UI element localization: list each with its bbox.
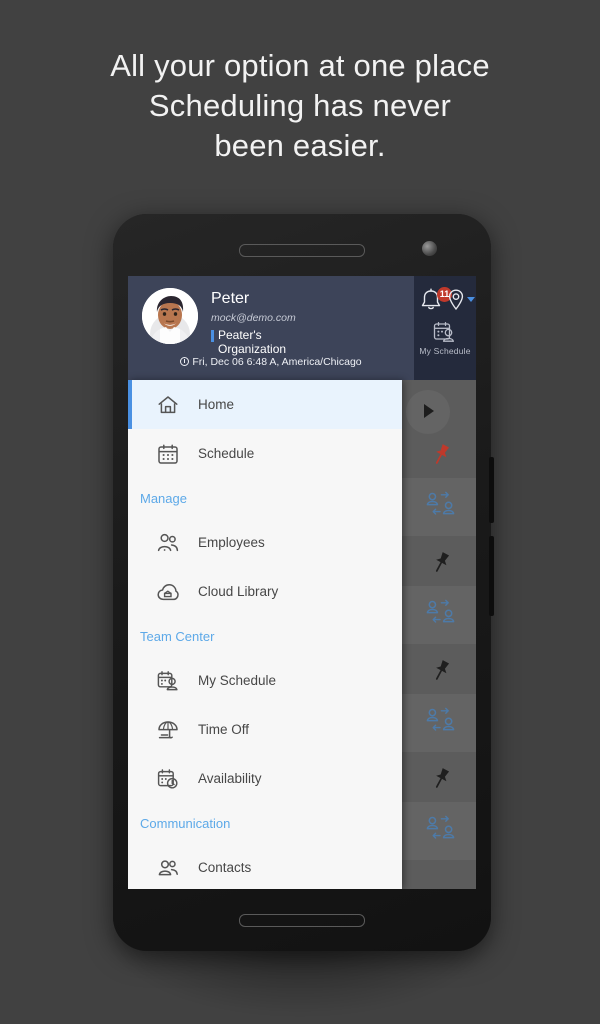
page-title: All your option at one place Scheduling …	[0, 46, 600, 166]
drawer-item-label: Cloud Library	[198, 584, 279, 599]
play-arrow-icon	[424, 404, 434, 418]
organization-accent-bar	[211, 330, 214, 342]
headline-line-1: All your option at one place	[110, 48, 490, 83]
drawer-item-label: Time Off	[198, 722, 250, 737]
profile-name: Peter	[211, 290, 250, 307]
location-pin-icon[interactable]	[447, 288, 465, 312]
shift-swap-icon[interactable]	[424, 598, 458, 628]
drawer-section-team-center: Team Center	[140, 628, 215, 644]
cloud-library-icon	[156, 580, 180, 604]
home-icon	[156, 393, 180, 417]
drawer-item-label: My Schedule	[198, 673, 277, 688]
power-button[interactable]	[489, 457, 494, 523]
front-camera-icon	[422, 241, 437, 256]
drawer-item-schedule[interactable]: Schedule	[128, 429, 402, 478]
drawer-item-label: Contacts	[198, 860, 252, 875]
tab-my-schedule-label: My Schedule	[419, 346, 471, 356]
speaker-grille-bottom-icon	[239, 914, 365, 927]
calendar-icon	[156, 442, 180, 466]
my-schedule-icon	[432, 320, 458, 344]
drawer-item-label: Home	[198, 397, 235, 412]
my-schedule-icon	[156, 669, 180, 693]
drawer-item-home[interactable]: Home	[128, 380, 402, 429]
headline-line-3: been easier.	[214, 128, 386, 163]
availability-icon	[156, 767, 180, 791]
drawer-item-availability[interactable]: Availability	[128, 754, 402, 803]
header-icon-row: 11	[414, 284, 476, 318]
pin-icon[interactable]	[428, 766, 454, 792]
drawer-item-label: Employees	[198, 535, 265, 550]
employees-icon	[156, 531, 180, 555]
app-header: Peter mock@demo.com Peater's Organizatio…	[128, 276, 476, 380]
phone-screen: Peter mock@demo.com Peater's Organizatio…	[128, 276, 476, 889]
phone-device: Peter mock@demo.com Peater's Organizatio…	[113, 214, 494, 951]
drawer-section-manage: Manage	[140, 490, 187, 506]
datetime-text: Fri, Dec 06 6:48 A, America/Chicago	[192, 356, 362, 368]
organization-label: Peater's Organization	[218, 328, 287, 356]
drawer-item-time-off[interactable]: Time Off	[128, 705, 402, 754]
drawer-item-contacts[interactable]: Contacts	[128, 843, 402, 889]
headline-line-2: Scheduling has never	[148, 88, 452, 123]
shift-swap-icon[interactable]	[424, 490, 458, 520]
speaker-grille-icon	[239, 244, 365, 257]
tab-my-schedule[interactable]: My Schedule	[414, 320, 476, 356]
drawer-item-cloud-library[interactable]: Cloud Library	[128, 567, 402, 616]
datetime-status: Fri, Dec 06 6:48 A, America/Chicago	[128, 356, 414, 368]
pin-icon[interactable]	[428, 658, 454, 684]
avatar[interactable]	[142, 288, 198, 344]
play-arrow-button[interactable]	[406, 390, 450, 434]
header-right-panel: 11 My Schedule	[414, 276, 476, 380]
clock-icon	[180, 357, 190, 366]
drawer-item-my-schedule[interactable]: My Schedule	[128, 656, 402, 705]
contacts-icon	[156, 856, 180, 880]
pin-icon[interactable]	[428, 550, 454, 576]
shift-swap-icon[interactable]	[424, 814, 458, 844]
drawer-item-label: Availability	[198, 771, 262, 786]
volume-rocker-button[interactable]	[489, 536, 494, 616]
drawer-section-communication: Communication	[140, 815, 231, 831]
pin-icon[interactable]	[428, 442, 454, 468]
profile-email: mock@demo.com	[211, 312, 296, 324]
shift-swap-icon[interactable]	[424, 706, 458, 736]
chevron-down-icon[interactable]	[467, 297, 475, 302]
navigation-drawer: Home Schedule Manage Employees Cloud Library…	[128, 380, 402, 889]
drawer-item-label: Schedule	[198, 446, 255, 461]
drawer-item-employees[interactable]: Employees	[128, 518, 402, 567]
time-off-icon	[156, 718, 180, 742]
bell-icon[interactable]: 11	[420, 287, 452, 312]
